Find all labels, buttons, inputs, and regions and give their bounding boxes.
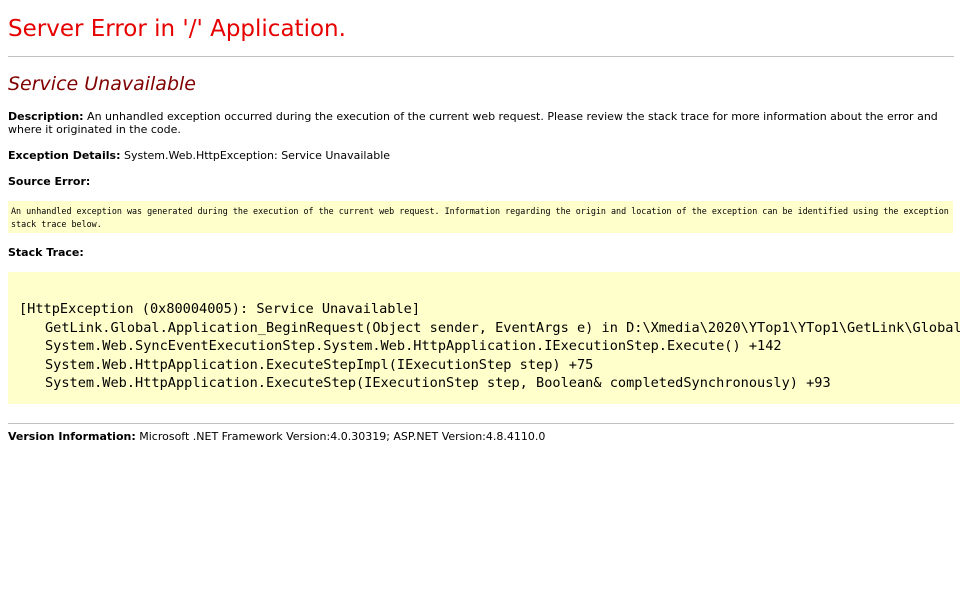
stack-trace-box[interactable]: [HttpException (0x80004005): Service Una…	[8, 272, 960, 404]
exception-details-label: Exception Details:	[8, 149, 121, 162]
description-text: An unhandled exception occurred during t…	[8, 110, 938, 136]
version-information-text: Microsoft .NET Framework Version:4.0.303…	[135, 430, 546, 443]
version-information-label: Version Information:	[8, 430, 136, 443]
stack-trace-line: GetLink.Global.Application_BeginRequest(…	[45, 319, 960, 336]
page-title: Server Error in '/' Application.	[8, 16, 346, 42]
stack-trace-line: System.Web.HttpApplication.ExecuteStepIm…	[45, 356, 594, 373]
version-information-section: Version Information: Microsoft .NET Fram…	[8, 430, 938, 443]
error-subtitle: Service Unavailable	[8, 73, 196, 95]
error-page: Server Error in '/' Application. Service…	[0, 0, 960, 600]
exception-details-section: Exception Details: System.Web.HttpExcept…	[8, 149, 938, 162]
stack-trace-section: Stack Trace:	[8, 246, 938, 259]
description-label: Description:	[8, 110, 84, 123]
stack-trace-line: System.Web.SyncEventExecutionStep.System…	[45, 338, 782, 355]
exception-details-text: System.Web.HttpException: Service Unavai…	[120, 149, 391, 162]
source-error-label: Source Error:	[8, 175, 91, 188]
divider-top	[8, 56, 954, 57]
divider-bottom	[8, 423, 954, 424]
source-error-box: An unhandled exception was generated dur…	[8, 201, 953, 233]
description-section: Description: An unhandled exception occu…	[8, 110, 938, 136]
stack-trace-label: Stack Trace:	[8, 246, 84, 259]
stack-trace-line: System.Web.HttpApplication.ExecuteStep(I…	[45, 375, 831, 392]
stack-trace-line: [HttpException (0x80004005): Service Una…	[19, 301, 421, 317]
source-error-section: Source Error:	[8, 175, 938, 188]
